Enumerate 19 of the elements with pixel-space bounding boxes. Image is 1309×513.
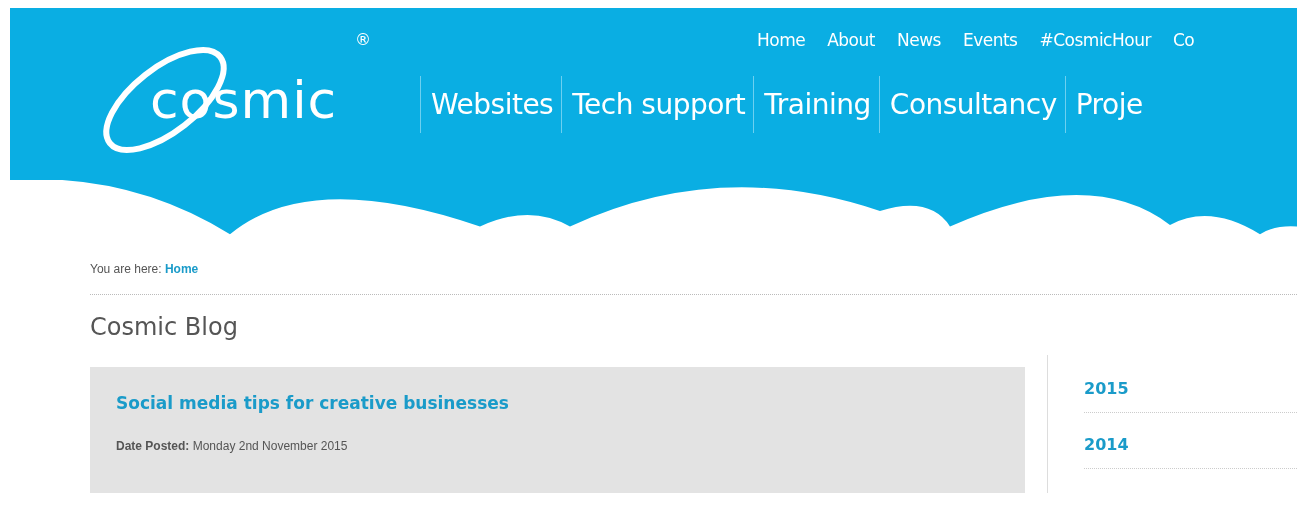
nav-link[interactable]: Events [962,30,1018,50]
nav-link[interactable]: Tech support [561,76,754,133]
nav-link[interactable]: Consultancy [878,76,1065,133]
nav-link[interactable]: Proje [1064,76,1151,133]
nav-link[interactable]: Co [1172,30,1195,50]
registered-mark: ® [355,30,371,49]
archive-year-link[interactable]: 2015 [1084,355,1297,413]
nav-link[interactable]: Websites [420,76,562,133]
nav-link[interactable]: News [896,30,941,50]
post-date: Date Posted: Monday 2nd November 2015 [116,439,349,453]
post-title-link[interactable]: Social media tips for creative businesses [116,393,999,413]
nav-link[interactable]: Training [753,76,879,133]
nav-link[interactable]: Home [757,30,806,50]
breadcrumb-link[interactable]: Home [164,262,199,276]
breadcrumb: You are here: Home [90,262,200,276]
page-title: Cosmic Blog [90,313,239,341]
archive-year-link[interactable]: 2014 [1084,413,1297,469]
nav-link[interactable]: #CosmicHour [1039,30,1151,50]
nav-link[interactable]: About [827,30,875,50]
